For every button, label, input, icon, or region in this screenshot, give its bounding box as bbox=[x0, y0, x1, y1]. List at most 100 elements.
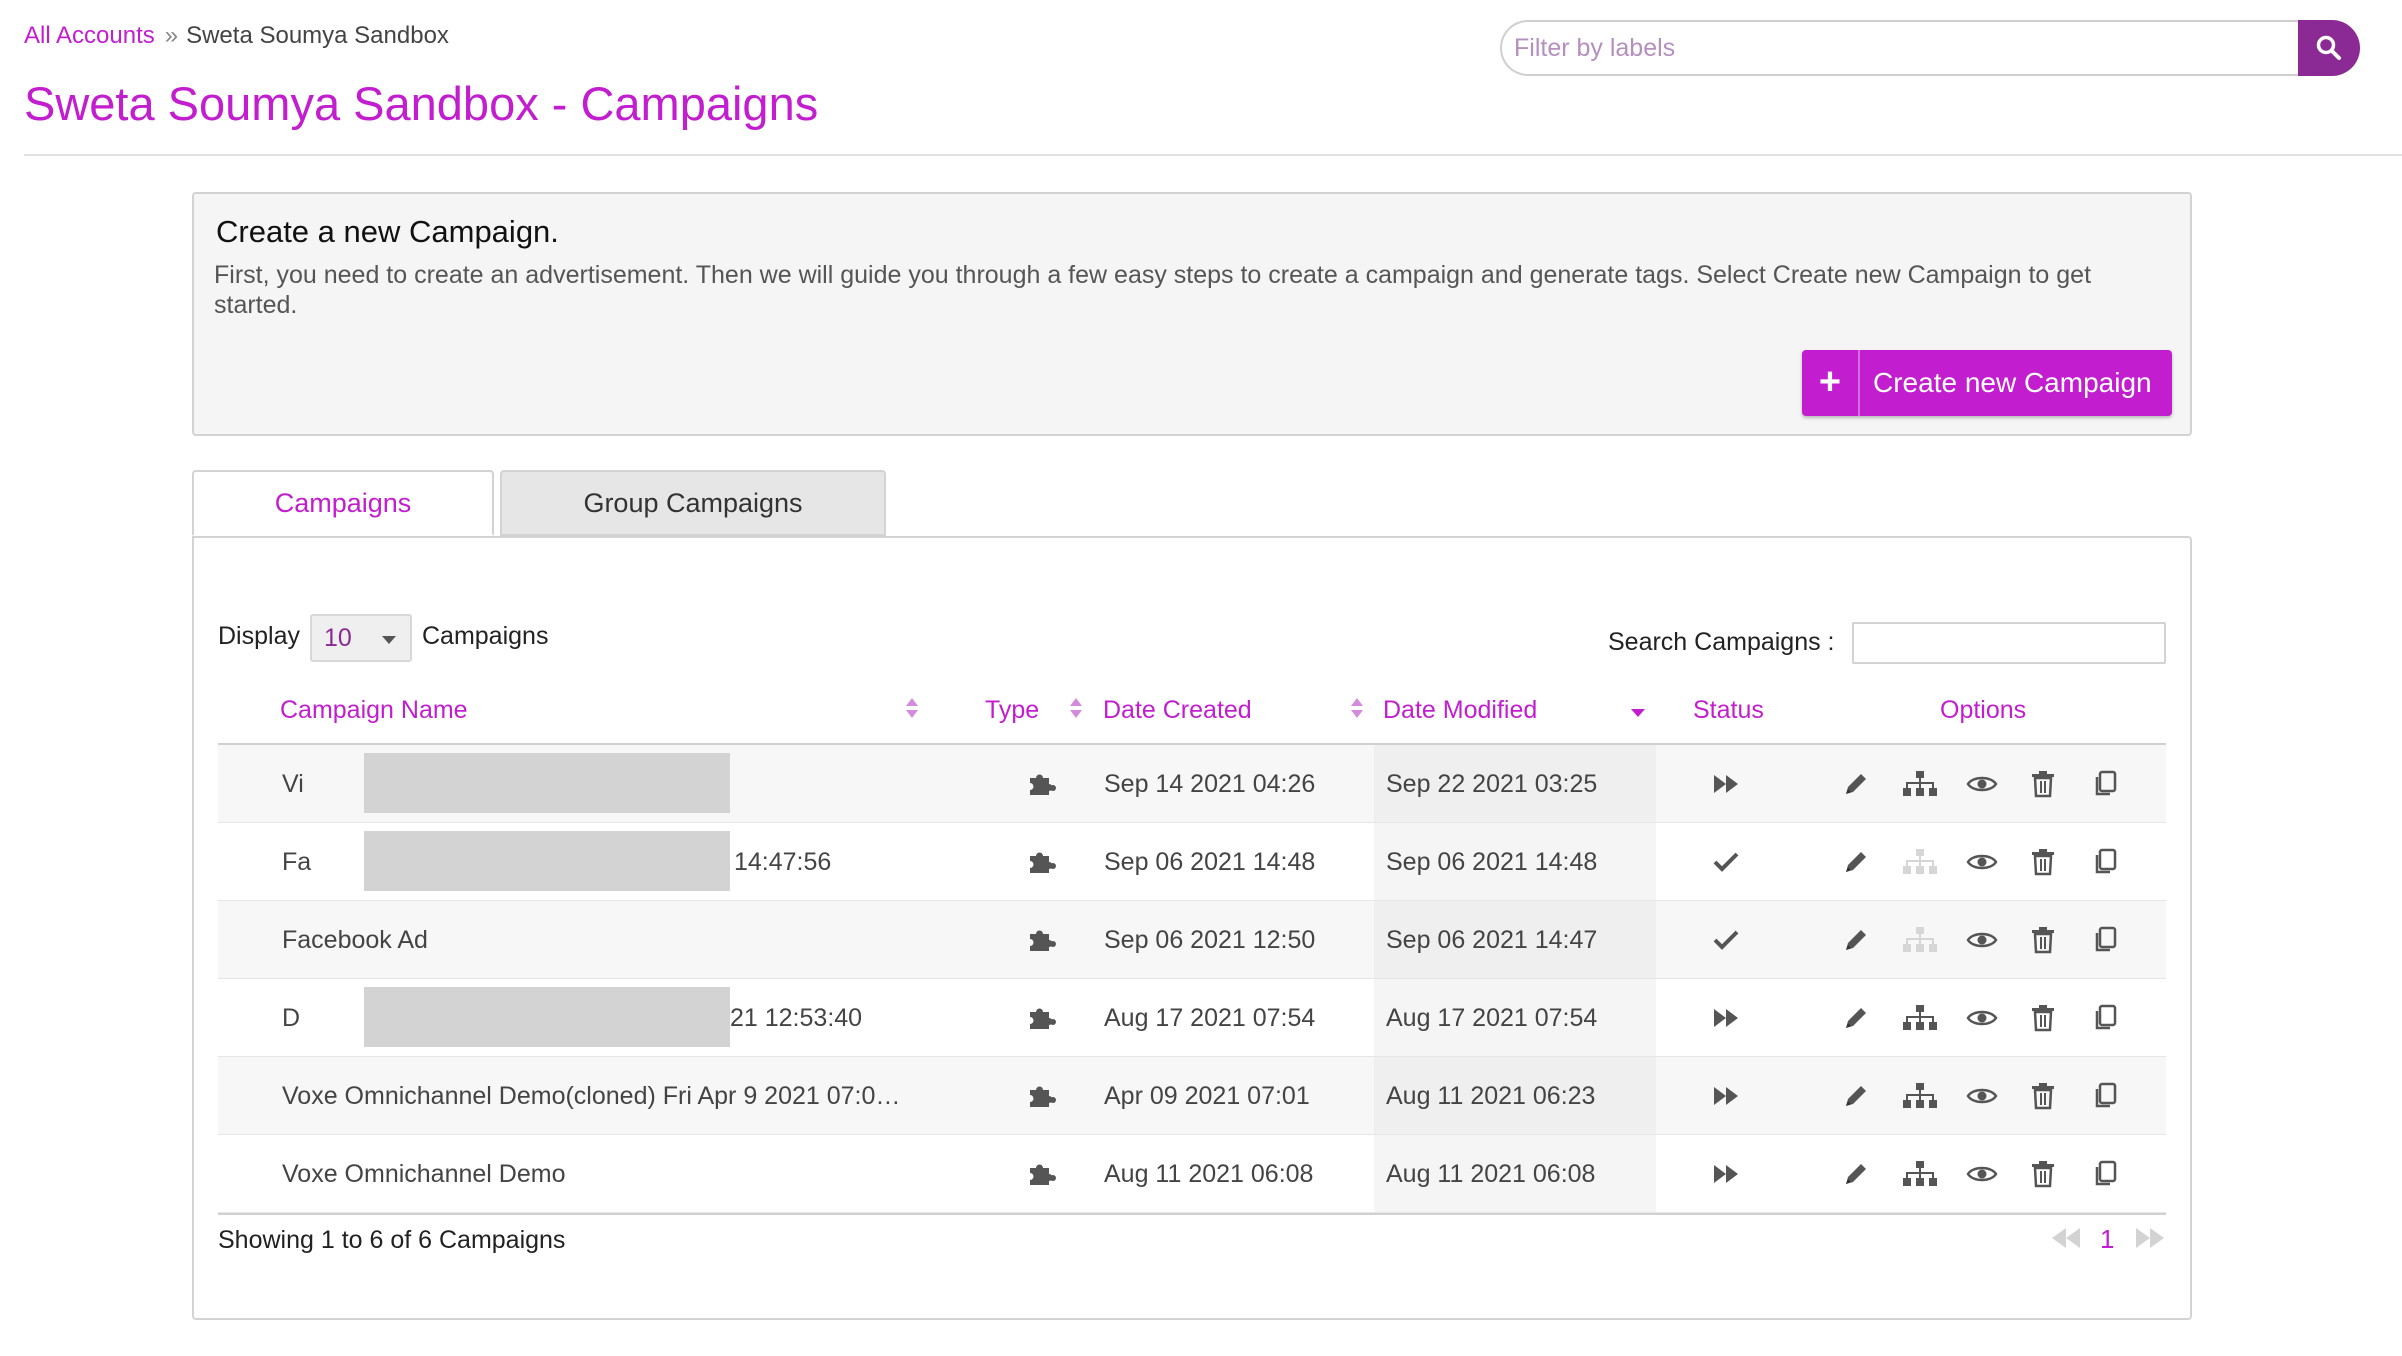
campaign-name[interactable]: Facebook Ad bbox=[282, 901, 428, 979]
filter-by-labels-input[interactable] bbox=[1502, 22, 2298, 74]
date-created: Aug 11 2021 06:08 bbox=[1104, 1160, 1314, 1188]
date-created: Sep 14 2021 04:26 bbox=[1104, 770, 1316, 798]
tab-group-campaigns[interactable]: Group Campaigns bbox=[500, 470, 886, 536]
column-header-date-created[interactable]: Date Created bbox=[1103, 696, 1252, 725]
delete-trash-icon[interactable] bbox=[2030, 1160, 2058, 1188]
campaign-name-cell[interactable]: D 21 12:53:40 bbox=[282, 979, 922, 1057]
preview-eye-icon[interactable] bbox=[1966, 1006, 1998, 1034]
preview-eye-icon[interactable] bbox=[1966, 928, 1998, 956]
preview-eye-icon[interactable] bbox=[1966, 1084, 1998, 1112]
column-header-campaign-name[interactable]: Campaign Name bbox=[280, 696, 468, 725]
hierarchy-icon[interactable] bbox=[1903, 1004, 1937, 1032]
search-icon bbox=[2316, 35, 2341, 60]
duplicate-copy-icon[interactable] bbox=[2092, 770, 2120, 798]
date-modified: Aug 11 2021 06:23 bbox=[1386, 1082, 1596, 1110]
filter-by-labels-field[interactable] bbox=[1500, 20, 2298, 76]
campaign-name-cell[interactable]: Facebook Ad bbox=[282, 901, 922, 979]
create-new-campaign-button[interactable]: + Create new Campaign bbox=[1802, 350, 2172, 416]
status-play-icon bbox=[1712, 1163, 1740, 1191]
display-count-select[interactable]: 10 bbox=[310, 614, 412, 662]
delete-trash-icon[interactable] bbox=[2030, 926, 2058, 954]
date-modified: Aug 11 2021 06:08 bbox=[1386, 1160, 1596, 1188]
sort-icon[interactable] bbox=[1069, 697, 1083, 719]
edit-pencil-icon[interactable] bbox=[1842, 848, 1870, 876]
puzzle-icon bbox=[1028, 1081, 1056, 1109]
edit-pencil-icon[interactable] bbox=[1842, 926, 1870, 954]
table-row: Voxe Omnichannel Demo Aug 11 2021 06:08 Au… bbox=[218, 1135, 2166, 1213]
search-campaigns-input[interactable] bbox=[1854, 624, 2168, 664]
display-count-value: 10 bbox=[324, 624, 352, 652]
duplicate-copy-icon[interactable] bbox=[2092, 926, 2120, 954]
breadcrumb-current: Sweta Soumya Sandbox bbox=[186, 22, 449, 49]
campaign-name-cell[interactable]: Voxe Omnichannel Demo(cloned) Fri Apr 9 … bbox=[282, 1057, 922, 1135]
sort-desc-icon[interactable] bbox=[1630, 708, 1646, 718]
date-modified: Aug 17 2021 07:54 bbox=[1386, 1004, 1598, 1032]
breadcrumb-all-accounts-link[interactable]: All Accounts bbox=[24, 22, 155, 49]
search-campaigns-label: Search Campaigns : bbox=[1608, 628, 1835, 656]
create-panel-description: First, you need to create an advertiseme… bbox=[214, 261, 2092, 319]
campaign-name-cell[interactable]: Vi bbox=[282, 745, 922, 823]
campaign-name-cell[interactable]: Fa 14:47:56 bbox=[282, 823, 922, 901]
filter-search-button[interactable] bbox=[2298, 20, 2360, 76]
hierarchy-icon[interactable] bbox=[1903, 1160, 1937, 1188]
next-page-icon[interactable] bbox=[2132, 1226, 2166, 1250]
delete-trash-icon[interactable] bbox=[2030, 1004, 2058, 1032]
breadcrumb: All Accounts » Sweta Soumya Sandbox bbox=[24, 22, 449, 50]
create-campaign-panel: Create a new Campaign. First, you need t… bbox=[192, 192, 2192, 436]
table-row: D 21 12:53:40 Aug 17 2021 07:54 Aug 17 2021… bbox=[218, 979, 2166, 1057]
preview-eye-icon[interactable] bbox=[1966, 850, 1998, 878]
delete-trash-icon[interactable] bbox=[2030, 848, 2058, 876]
puzzle-icon bbox=[1028, 847, 1056, 875]
date-created: Apr 09 2021 07:01 bbox=[1104, 1082, 1310, 1110]
tab-campaigns[interactable]: Campaigns bbox=[192, 470, 494, 536]
column-header-type[interactable]: Type bbox=[985, 696, 1039, 725]
status-play-icon bbox=[1712, 1007, 1740, 1035]
showing-count: Showing 1 to 6 of 6 Campaigns bbox=[218, 1226, 566, 1254]
hierarchy-icon[interactable] bbox=[1903, 770, 1937, 798]
previous-page-icon[interactable] bbox=[2050, 1226, 2084, 1250]
duplicate-copy-icon[interactable] bbox=[2092, 1004, 2120, 1032]
sort-icon[interactable] bbox=[905, 697, 919, 719]
duplicate-copy-icon[interactable] bbox=[2092, 1082, 2120, 1110]
date-modified: Sep 22 2021 03:25 bbox=[1386, 770, 1598, 798]
display-label: Display bbox=[218, 622, 300, 650]
edit-pencil-icon[interactable] bbox=[1842, 1004, 1870, 1032]
preview-eye-icon[interactable] bbox=[1966, 1162, 1998, 1190]
display-suffix-label: Campaigns bbox=[422, 622, 549, 650]
duplicate-copy-icon[interactable] bbox=[2092, 848, 2120, 876]
delete-trash-icon[interactable] bbox=[2030, 1082, 2058, 1110]
campaign-name-cell[interactable]: Voxe Omnichannel Demo bbox=[282, 1135, 922, 1213]
date-modified: Sep 06 2021 14:47 bbox=[1386, 926, 1598, 954]
page-title: Sweta Soumya Sandbox - Campaigns bbox=[24, 77, 819, 130]
create-new-campaign-label: Create new Campaign bbox=[1873, 367, 2152, 398]
breadcrumb-separator-icon: » bbox=[164, 22, 179, 49]
puzzle-icon bbox=[1028, 1003, 1056, 1031]
redacted-block bbox=[364, 987, 730, 1047]
date-created: Sep 06 2021 14:48 bbox=[1104, 848, 1316, 876]
duplicate-copy-icon[interactable] bbox=[2092, 1160, 2120, 1188]
column-header-date-modified[interactable]: Date Modified bbox=[1383, 696, 1537, 725]
preview-eye-icon[interactable] bbox=[1966, 772, 1998, 800]
table-row: Fa 14:47:56 Sep 06 2021 14:48 Sep 06 2021 1… bbox=[218, 823, 2166, 901]
campaign-name[interactable]: Voxe Omnichannel Demo bbox=[282, 1135, 565, 1213]
date-created: Sep 06 2021 12:50 bbox=[1104, 926, 1316, 954]
campaign-name[interactable]: Vi bbox=[282, 745, 304, 823]
redacted-block bbox=[364, 753, 730, 813]
hierarchy-icon[interactable] bbox=[1903, 1082, 1937, 1110]
campaign-name[interactable]: Fa bbox=[282, 823, 311, 901]
edit-pencil-icon[interactable] bbox=[1842, 1082, 1870, 1110]
plus-icon: + bbox=[1802, 350, 1860, 416]
status-check-icon bbox=[1712, 851, 1740, 879]
status-play-icon bbox=[1712, 773, 1740, 801]
puzzle-icon bbox=[1028, 769, 1056, 797]
campaign-name[interactable]: Voxe Omnichannel Demo(cloned) Fri Apr 9 … bbox=[282, 1057, 914, 1135]
edit-pencil-icon[interactable] bbox=[1842, 1160, 1870, 1188]
search-campaigns-field[interactable] bbox=[1852, 622, 2168, 664]
delete-trash-icon[interactable] bbox=[2030, 770, 2058, 798]
page-number-link[interactable]: 1 bbox=[2100, 1224, 2114, 1255]
sort-icon[interactable] bbox=[1350, 697, 1364, 719]
date-created: Aug 17 2021 07:54 bbox=[1104, 1004, 1316, 1032]
date-modified: Sep 06 2021 14:48 bbox=[1386, 848, 1598, 876]
campaign-name[interactable]: D bbox=[282, 979, 300, 1057]
edit-pencil-icon[interactable] bbox=[1842, 770, 1870, 798]
